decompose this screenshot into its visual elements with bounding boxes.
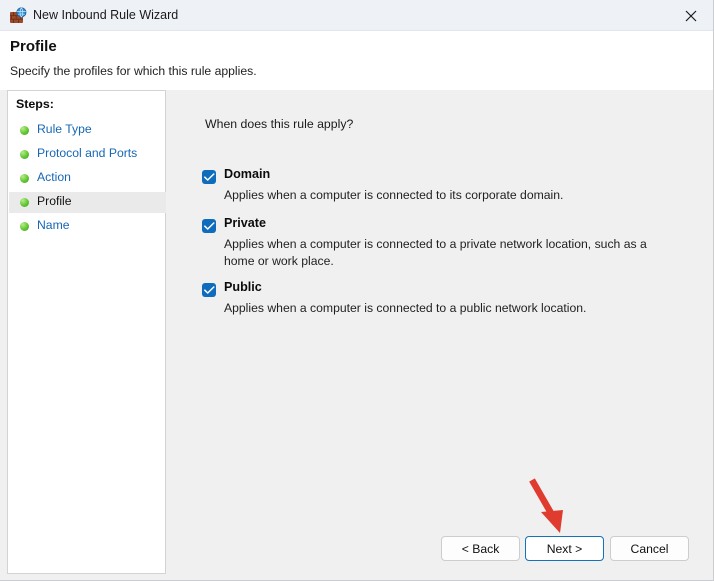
page-title: Profile bbox=[10, 38, 57, 55]
private-checkbox[interactable] bbox=[202, 219, 216, 233]
page-header: Profile Specify the profiles for which t… bbox=[0, 31, 713, 90]
sidebar-item-profile[interactable]: Profile bbox=[9, 192, 166, 213]
step-bullet-icon bbox=[20, 150, 29, 159]
window-title: New Inbound Rule Wizard bbox=[33, 8, 179, 22]
sidebar-item-protocol-and-ports[interactable]: Protocol and Ports bbox=[9, 144, 166, 165]
profile-name: Private bbox=[224, 216, 267, 230]
page-subtitle: Specify the profiles for which this rule… bbox=[10, 64, 257, 78]
steps-heading: Steps: bbox=[16, 97, 54, 111]
firewall-globe-icon bbox=[9, 7, 27, 25]
public-checkbox[interactable] bbox=[202, 283, 216, 297]
step-bullet-icon bbox=[20, 198, 29, 207]
step-bullet-icon bbox=[20, 126, 29, 135]
question-text: When does this rule apply? bbox=[205, 117, 354, 131]
cancel-button[interactable]: Cancel bbox=[610, 536, 689, 561]
domain-checkbox[interactable] bbox=[202, 170, 216, 184]
main-content: When does this rule apply? Domain Applie… bbox=[170, 90, 713, 574]
sidebar-item-label: Action bbox=[37, 170, 71, 184]
close-icon[interactable] bbox=[668, 0, 713, 30]
sidebar-item-label: Rule Type bbox=[37, 122, 92, 136]
profile-description: Applies when a computer is connected to … bbox=[224, 301, 587, 315]
sidebar-item-label: Name bbox=[37, 218, 70, 232]
sidebar-item-name[interactable]: Name bbox=[9, 216, 166, 237]
profile-name: Public bbox=[224, 280, 262, 294]
profile-name: Domain bbox=[224, 167, 271, 181]
new-inbound-rule-wizard-window: New Inbound Rule Wizard Profile Specify … bbox=[0, 0, 714, 581]
step-bullet-icon bbox=[20, 222, 29, 231]
back-button[interactable]: < Back bbox=[441, 536, 520, 561]
sidebar-item-label: Protocol and Ports bbox=[37, 146, 138, 160]
step-bullet-icon bbox=[20, 174, 29, 183]
sidebar-item-action[interactable]: Action bbox=[9, 168, 166, 189]
profile-description: Applies when a computer is connected to … bbox=[224, 237, 647, 268]
next-button[interactable]: Next > bbox=[525, 536, 604, 561]
sidebar-item-label: Profile bbox=[37, 194, 72, 208]
profile-description: Applies when a computer is connected to … bbox=[224, 188, 564, 202]
steps-sidebar: Steps: Rule Type Protocol and Ports Acti… bbox=[7, 90, 166, 574]
sidebar-item-rule-type[interactable]: Rule Type bbox=[9, 120, 166, 141]
window-title-bar: New Inbound Rule Wizard bbox=[0, 0, 713, 31]
